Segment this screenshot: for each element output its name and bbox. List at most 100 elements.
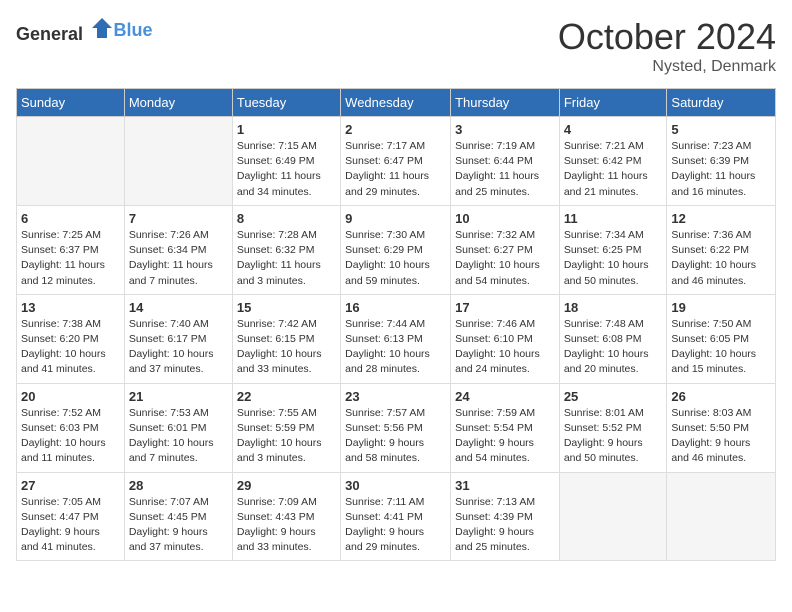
column-header-friday: Friday (559, 89, 667, 117)
day-info: Sunrise: 7:53 AM Sunset: 6:01 PM Dayligh… (129, 406, 228, 467)
day-number: 18 (564, 300, 663, 315)
day-number: 14 (129, 300, 228, 315)
calendar-cell: 9Sunrise: 7:30 AM Sunset: 6:29 PM Daylig… (341, 205, 451, 294)
calendar-cell: 11Sunrise: 7:34 AM Sunset: 6:25 PM Dayli… (559, 205, 667, 294)
calendar-cell: 3 Sunrise: 7:19 AM Sunset: 6:44 PM Daylig… (451, 117, 560, 206)
day-number: 30 (345, 478, 446, 493)
calendar-header-row: SundayMondayTuesdayWednesdayThursdayFrid… (17, 89, 776, 117)
calendar-week-row: 20Sunrise: 7:52 AM Sunset: 6:03 PM Dayli… (17, 383, 776, 472)
calendar-cell (17, 117, 125, 206)
day-info: Sunrise: 7:48 AM Sunset: 6:08 PM Dayligh… (564, 317, 663, 378)
day-info: Sunrise: 7:05 AM Sunset: 4:47 PM Dayligh… (21, 495, 120, 556)
column-header-monday: Monday (124, 89, 232, 117)
calendar-cell: 6 Sunrise: 7:25 AM Sunset: 6:37 PM Daylig… (17, 205, 125, 294)
day-info: Sunrise: 7:17 AM Sunset: 6:47 PM Dayligh… (345, 139, 446, 200)
calendar-cell: 30Sunrise: 7:11 AM Sunset: 4:41 PM Dayli… (341, 472, 451, 561)
location: Nysted, Denmark (558, 58, 776, 76)
calendar-cell: 1 Sunrise: 7:15 AM Sunset: 6:49 PM Daylig… (232, 117, 340, 206)
day-number: 17 (455, 300, 555, 315)
calendar-week-row: 27 Sunrise: 7:05 AM Sunset: 4:47 PM Dayli… (17, 472, 776, 561)
calendar-cell: 13 Sunrise: 7:38 AM Sunset: 6:20 PM Dayli… (17, 294, 125, 383)
day-info: Sunrise: 7:38 AM Sunset: 6:20 PM Dayligh… (21, 317, 120, 378)
day-number: 1 (237, 122, 336, 137)
calendar-cell: 20Sunrise: 7:52 AM Sunset: 6:03 PM Dayli… (17, 383, 125, 472)
month-title: October 2024 (558, 16, 776, 58)
calendar-cell: 22 Sunrise: 7:55 AM Sunset: 5:59 PM Dayli… (232, 383, 340, 472)
calendar-cell: 5 Sunrise: 7:23 AM Sunset: 6:39 PM Daylig… (667, 117, 776, 206)
calendar-cell: 15 Sunrise: 7:42 AM Sunset: 6:15 PM Dayli… (232, 294, 340, 383)
day-info: Sunrise: 8:03 AM Sunset: 5:50 PM Dayligh… (671, 406, 771, 467)
logo-icon (90, 16, 114, 40)
calendar-cell: 24 Sunrise: 7:59 AM Sunset: 5:54 PM Dayli… (451, 383, 560, 472)
page-header: General Blue October 2024 Nysted, Denmar… (16, 16, 776, 76)
calendar-cell: 14 Sunrise: 7:40 AM Sunset: 6:17 PM Dayli… (124, 294, 232, 383)
day-info: Sunrise: 7:07 AM Sunset: 4:45 PM Dayligh… (129, 495, 228, 556)
day-number: 31 (455, 478, 555, 493)
day-info: Sunrise: 7:40 AM Sunset: 6:17 PM Dayligh… (129, 317, 228, 378)
calendar-cell: 19Sunrise: 7:50 AM Sunset: 6:05 PM Dayli… (667, 294, 776, 383)
calendar-cell: 27 Sunrise: 7:05 AM Sunset: 4:47 PM Dayli… (17, 472, 125, 561)
calendar-cell: 18 Sunrise: 7:48 AM Sunset: 6:08 PM Dayli… (559, 294, 667, 383)
day-number: 22 (237, 389, 336, 404)
day-number: 2 (345, 122, 446, 137)
day-info: Sunrise: 7:09 AM Sunset: 4:43 PM Dayligh… (237, 495, 336, 556)
logo-general: General (16, 24, 83, 44)
title-block: October 2024 Nysted, Denmark (558, 16, 776, 76)
calendar-cell: 28 Sunrise: 7:07 AM Sunset: 4:45 PM Dayli… (124, 472, 232, 561)
day-number: 6 (21, 211, 120, 226)
calendar-cell: 25 Sunrise: 8:01 AM Sunset: 5:52 PM Dayli… (559, 383, 667, 472)
day-number: 15 (237, 300, 336, 315)
day-number: 24 (455, 389, 555, 404)
day-number: 26 (671, 389, 771, 404)
day-number: 8 (237, 211, 336, 226)
day-info: Sunrise: 7:28 AM Sunset: 6:32 PM Dayligh… (237, 228, 336, 289)
day-number: 10 (455, 211, 555, 226)
day-info: Sunrise: 7:44 AM Sunset: 6:13 PM Dayligh… (345, 317, 446, 378)
logo: General Blue (16, 16, 153, 45)
day-info: Sunrise: 7:15 AM Sunset: 6:49 PM Dayligh… (237, 139, 336, 200)
day-number: 16 (345, 300, 446, 315)
day-info: Sunrise: 7:32 AM Sunset: 6:27 PM Dayligh… (455, 228, 555, 289)
calendar-cell: 26 Sunrise: 8:03 AM Sunset: 5:50 PM Dayli… (667, 383, 776, 472)
calendar-cell: 23Sunrise: 7:57 AM Sunset: 5:56 PM Dayli… (341, 383, 451, 472)
day-info: Sunrise: 7:26 AM Sunset: 6:34 PM Dayligh… (129, 228, 228, 289)
column-header-sunday: Sunday (17, 89, 125, 117)
day-info: Sunrise: 7:55 AM Sunset: 5:59 PM Dayligh… (237, 406, 336, 467)
day-info: Sunrise: 7:13 AM Sunset: 4:39 PM Dayligh… (455, 495, 555, 556)
calendar-cell: 17 Sunrise: 7:46 AM Sunset: 6:10 PM Dayli… (451, 294, 560, 383)
day-number: 27 (21, 478, 120, 493)
day-number: 25 (564, 389, 663, 404)
day-number: 29 (237, 478, 336, 493)
day-number: 11 (564, 211, 663, 226)
day-number: 21 (129, 389, 228, 404)
calendar-cell: 8 Sunrise: 7:28 AM Sunset: 6:32 PM Daylig… (232, 205, 340, 294)
calendar-cell (667, 472, 776, 561)
day-info: Sunrise: 7:21 AM Sunset: 6:42 PM Dayligh… (564, 139, 663, 200)
calendar-table: SundayMondayTuesdayWednesdayThursdayFrid… (16, 88, 776, 561)
calendar-cell: 2 Sunrise: 7:17 AM Sunset: 6:47 PM Daylig… (341, 117, 451, 206)
day-info: Sunrise: 7:30 AM Sunset: 6:29 PM Dayligh… (345, 228, 446, 289)
calendar-cell (559, 472, 667, 561)
day-number: 28 (129, 478, 228, 493)
calendar-cell: 31 Sunrise: 7:13 AM Sunset: 4:39 PM Dayli… (451, 472, 560, 561)
day-info: Sunrise: 8:01 AM Sunset: 5:52 PM Dayligh… (564, 406, 663, 467)
day-number: 5 (671, 122, 771, 137)
calendar-cell: 4Sunrise: 7:21 AM Sunset: 6:42 PM Daylig… (559, 117, 667, 206)
day-info: Sunrise: 7:46 AM Sunset: 6:10 PM Dayligh… (455, 317, 555, 378)
day-number: 12 (671, 211, 771, 226)
day-info: Sunrise: 7:42 AM Sunset: 6:15 PM Dayligh… (237, 317, 336, 378)
calendar-cell: 16 Sunrise: 7:44 AM Sunset: 6:13 PM Dayli… (341, 294, 451, 383)
calendar-cell (124, 117, 232, 206)
day-info: Sunrise: 7:59 AM Sunset: 5:54 PM Dayligh… (455, 406, 555, 467)
day-number: 3 (455, 122, 555, 137)
day-number: 13 (21, 300, 120, 315)
logo-blue: Blue (114, 20, 153, 40)
day-info: Sunrise: 7:19 AM Sunset: 6:44 PM Dayligh… (455, 139, 555, 200)
day-number: 7 (129, 211, 228, 226)
column-header-thursday: Thursday (451, 89, 560, 117)
day-info: Sunrise: 7:25 AM Sunset: 6:37 PM Dayligh… (21, 228, 120, 289)
day-number: 19 (671, 300, 771, 315)
day-info: Sunrise: 7:23 AM Sunset: 6:39 PM Dayligh… (671, 139, 771, 200)
calendar-cell: 12Sunrise: 7:36 AM Sunset: 6:22 PM Dayli… (667, 205, 776, 294)
column-header-saturday: Saturday (667, 89, 776, 117)
